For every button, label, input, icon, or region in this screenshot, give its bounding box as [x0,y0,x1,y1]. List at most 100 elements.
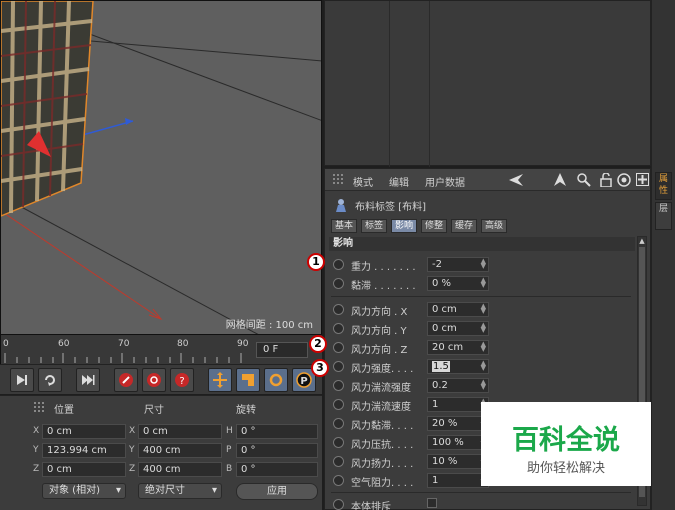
rotation-h-field[interactable]: 0 ° [236,424,318,439]
spinner-icon[interactable]: ▲▼ [481,258,486,270]
move-tool-button[interactable] [208,368,232,392]
timeline-tick: 80 [177,339,189,349]
param-label: 风力湍流强度 [351,383,411,394]
play-forward-button[interactable] [10,368,34,392]
tab-basic[interactable]: 基本 [331,219,358,233]
target-icon[interactable] [617,173,631,187]
callout-marker: 3 [311,359,329,377]
animate-dot[interactable] [333,342,344,353]
wind-dir-y-field[interactable]: 0 cm ▲ ▼ [427,321,489,336]
position-z-field[interactable]: 0 cm [42,462,126,477]
object-manager[interactable] [324,0,651,167]
keyframe-help-button[interactable]: ? [170,368,194,392]
param-wind-dir-x: 风力方向 . X 0 cm ▲ ▼ [331,301,631,318]
animate-dot[interactable] [333,278,344,289]
size-mode-dropdown[interactable]: 绝对尺寸 ▾ [138,483,222,499]
menu-edit[interactable]: 编辑 [389,174,409,189]
record-key-button[interactable] [114,368,138,392]
animate-dot[interactable] [333,418,344,429]
animate-dot[interactable] [333,456,344,467]
viewport-scene [1,1,321,334]
side-tab-strip: 属性 层 [651,0,675,510]
grip-icon [333,174,343,184]
animate-dot[interactable] [333,304,344,315]
back-arrow-icon[interactable] [509,173,523,187]
wind-turbulence-strength-field[interactable]: 0.2 ▲ ▼ [427,378,489,393]
wind-dir-z-field[interactable]: 20 cm ▲ ▼ [427,340,489,355]
animate-dot[interactable] [333,437,344,448]
animate-dot[interactable] [333,380,344,391]
self-collision-checkbox[interactable] [427,498,437,508]
wind-viscosity-field[interactable]: 20 %▲▼ [427,416,489,431]
position-y-field[interactable]: 123.994 cm [42,443,126,458]
param-wind-dir-y: 风力方向 . Y 0 cm ▲ ▼ [331,320,631,337]
scroll-up-icon[interactable]: ▲ [638,237,646,245]
tab-tag[interactable]: 标签 [361,219,388,233]
tab-influence[interactable]: 影响 [391,219,418,233]
coordinate-mode-dropdown[interactable]: 对象 (相对) ▾ [42,483,126,499]
svg-text:P: P [300,376,307,387]
menu-userdata[interactable]: 用户数据 [425,174,465,189]
tab-advanced[interactable]: 高级 [481,219,508,233]
new-panel-icon[interactable] [636,173,649,186]
scale-icon [242,374,254,386]
animate-dot[interactable] [333,259,344,270]
wind-pressure-field[interactable]: 100 %▲▼ [427,435,489,450]
spinner-icon[interactable]: ▲▼ [481,277,486,289]
rotate-tool-button[interactable] [264,368,288,392]
viscosity-field[interactable]: 0 % ▲ ▼ [427,276,489,291]
goto-end-button[interactable] [76,368,100,392]
spinner-icon[interactable]: ▲▼ [481,379,486,391]
size-z-field[interactable]: 400 cm [138,462,222,477]
animate-dot[interactable] [333,361,344,372]
scale-tool-button[interactable] [236,368,260,392]
callout-marker: 1 [307,253,325,271]
size-x-field[interactable]: 0 cm [138,424,222,439]
rotation-b-field[interactable]: 0 ° [236,462,318,477]
axis-label: Z [129,464,136,474]
gravity-field[interactable]: -2 ▲ ▼ [427,257,489,272]
wind-strength-field[interactable]: 1.5 ▲ ▼ [427,359,489,374]
loop-button[interactable] [38,368,62,392]
lock-icon[interactable] [600,173,612,187]
attribute-menubar: 模式 编辑 用户数据 [325,169,650,191]
spinner-icon[interactable]: ▲▼ [481,322,486,334]
spinner-icon[interactable]: ▲▼ [481,360,486,372]
spinner-icon[interactable]: ▲▼ [481,303,486,315]
apply-button[interactable]: 应用 [236,483,318,500]
tab-dresser[interactable]: 修整 [421,219,448,233]
menu-mode[interactable]: 模式 [353,174,373,189]
side-tab-attributes[interactable]: 属性 [655,172,672,200]
air-drag-field[interactable]: 1▲▼ [427,473,489,488]
autokey-button[interactable] [142,368,166,392]
param-label: 风力方向 . X [351,307,408,318]
watermark-subtitle: 助你轻松解决 [526,461,605,476]
animate-dot[interactable] [333,499,344,510]
wind-lift-field[interactable]: 10 %▲▼ [427,454,489,469]
side-tab-layers[interactable]: 层 [655,202,672,230]
param-label: 风力黏滞. . . . [351,421,414,432]
3d-viewport[interactable]: 网格间距 : 100 cm [0,0,322,335]
param-label: 风力方向 . Z [351,345,408,356]
divider [331,492,631,493]
current-frame-field[interactable]: 0 F [256,342,308,358]
wind-dir-x-field[interactable]: 0 cm ▲ ▼ [427,302,489,317]
loop-icon [45,375,55,386]
wind-turbulence-speed-field[interactable]: 1▲▼ [427,397,489,412]
axis-label: X [33,426,40,436]
search-icon[interactable] [577,173,591,187]
cloth-tag-icon [336,199,346,212]
grip-icon [34,402,44,412]
cursor-arrow-icon[interactable] [553,173,567,187]
animate-dot[interactable] [333,475,344,486]
size-y-field[interactable]: 400 cm [138,443,222,458]
spinner-icon[interactable]: ▲▼ [481,341,486,353]
animate-dot[interactable] [333,399,344,410]
param-label: 空气阻力. . . . [351,478,414,489]
rotation-p-field[interactable]: 0 ° [236,443,318,458]
divider [331,296,631,297]
tab-cache[interactable]: 缓存 [451,219,478,233]
position-x-field[interactable]: 0 cm [42,424,126,439]
animate-dot[interactable] [333,323,344,334]
param-wind-dir-z: 风力方向 . Z 20 cm ▲ ▼ [331,339,631,356]
